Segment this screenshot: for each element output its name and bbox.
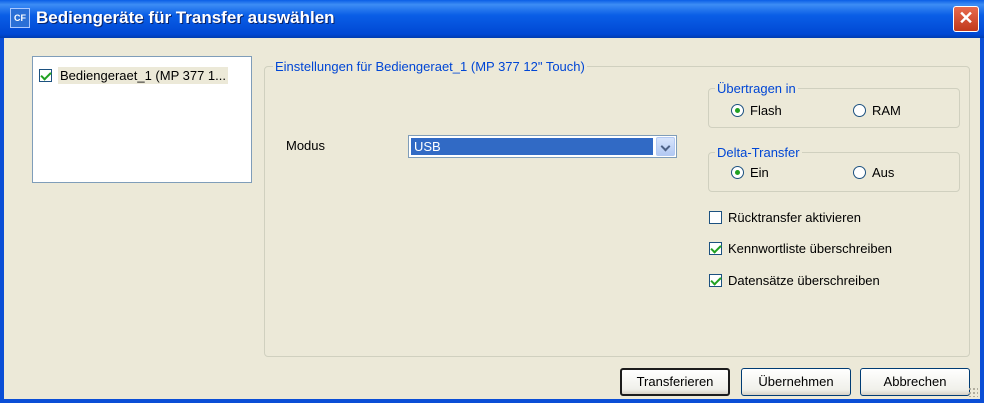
device-checkbox[interactable] bbox=[39, 68, 52, 82]
device-list[interactable]: Bediengeraet_1 (MP 377 1... bbox=[32, 56, 252, 183]
radio-flash-indicator[interactable] bbox=[731, 104, 744, 117]
radio-aus-label: Aus bbox=[872, 165, 895, 180]
device-label: Bediengeraet_1 (MP 377 1... bbox=[58, 66, 228, 84]
radio-ram-label: RAM bbox=[872, 103, 901, 118]
radio-ein-indicator[interactable] bbox=[731, 166, 744, 179]
radio-aus[interactable]: Aus bbox=[853, 165, 894, 180]
radio-ein[interactable]: Ein bbox=[731, 165, 769, 180]
datensaetze-checkbox[interactable] bbox=[709, 274, 722, 287]
radio-ein-label: Ein bbox=[750, 165, 769, 180]
radio-flash[interactable]: Flash bbox=[731, 103, 782, 118]
settings-group-title: Einstellungen für Bediengeraet_1 (MP 377… bbox=[273, 59, 587, 74]
kennwortliste-label: Kennwortliste überschreiben bbox=[728, 241, 893, 256]
ruecktransfer-label: Rücktransfer aktivieren bbox=[728, 210, 861, 225]
close-button[interactable]: ✕ bbox=[953, 6, 979, 32]
chevron-down-icon[interactable] bbox=[656, 137, 675, 156]
datensaetze-option[interactable]: Datensätze überschreiben bbox=[709, 273, 880, 288]
uebertragen-title: Übertragen in bbox=[715, 81, 798, 96]
list-item[interactable]: Bediengeraet_1 (MP 377 1... bbox=[39, 65, 228, 85]
delta-title: Delta-Transfer bbox=[715, 145, 802, 160]
app-icon: CF bbox=[10, 8, 30, 28]
datensaetze-label: Datensätze überschreiben bbox=[728, 273, 880, 288]
transfer-button[interactable]: Transferieren bbox=[620, 368, 730, 396]
radio-ram-indicator[interactable] bbox=[853, 104, 866, 117]
close-icon: ✕ bbox=[958, 8, 974, 28]
modus-label: Modus bbox=[286, 138, 326, 153]
radio-aus-indicator[interactable] bbox=[853, 166, 866, 179]
ruecktransfer-option[interactable]: Rücktransfer aktivieren bbox=[709, 210, 861, 225]
window-title: Bediengeräte für Transfer auswählen bbox=[36, 8, 335, 27]
apply-button[interactable]: Übernehmen bbox=[741, 368, 851, 396]
ruecktransfer-checkbox[interactable] bbox=[709, 211, 722, 224]
radio-ram[interactable]: RAM bbox=[853, 103, 901, 118]
cancel-button[interactable]: Abbrechen bbox=[860, 368, 970, 396]
modus-dropdown[interactable]: USB bbox=[408, 135, 677, 158]
title-bar[interactable]: CF Bediengeräte für Transfer auswählen ✕ bbox=[0, 0, 984, 38]
radio-flash-label: Flash bbox=[750, 103, 782, 118]
kennwortliste-option[interactable]: Kennwortliste überschreiben bbox=[709, 241, 892, 256]
kennwortliste-checkbox[interactable] bbox=[709, 242, 722, 255]
modus-value: USB bbox=[411, 138, 653, 155]
resize-grip-icon[interactable] bbox=[968, 387, 978, 397]
